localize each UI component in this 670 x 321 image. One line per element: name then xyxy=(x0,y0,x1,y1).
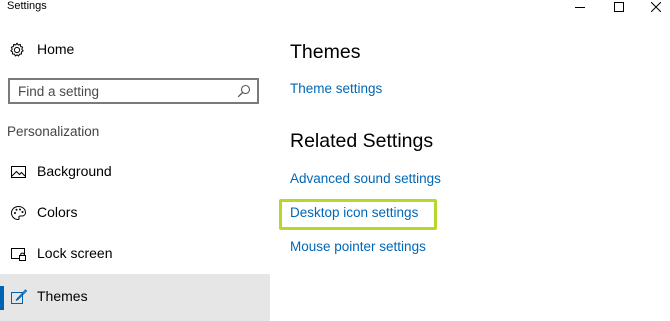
sidebar-item-label: Colors xyxy=(37,204,78,220)
sidebar-item-colors[interactable]: Colors xyxy=(0,193,270,233)
sidebar-item-lock-screen[interactable]: Lock screen xyxy=(0,234,270,274)
sidebar: Home Personalization Background xyxy=(0,16,270,321)
maximize-button[interactable] xyxy=(604,0,634,14)
page-title: Themes xyxy=(290,41,361,63)
section-label-personalization: Personalization xyxy=(7,124,100,139)
maximize-icon xyxy=(614,2,624,12)
settings-window: Settings Home Find a setting Personaliza… xyxy=(0,0,670,321)
nav-home[interactable]: Home xyxy=(0,38,270,62)
palette-icon xyxy=(10,205,27,221)
selection-indicator xyxy=(0,286,4,310)
minimize-icon xyxy=(575,7,585,8)
theme-settings-link[interactable]: Theme settings xyxy=(290,81,382,96)
close-button[interactable] xyxy=(641,0,670,14)
lock-screen-icon xyxy=(10,246,27,262)
related-settings-heading: Related Settings xyxy=(290,130,434,152)
advanced-sound-settings-link[interactable]: Advanced sound settings xyxy=(290,171,441,186)
brush-icon xyxy=(10,289,28,305)
sidebar-item-themes[interactable]: Themes xyxy=(0,274,270,321)
minimize-button[interactable] xyxy=(565,0,595,14)
sidebar-item-label: Background xyxy=(37,163,112,179)
search-input[interactable] xyxy=(10,80,230,102)
search-box[interactable] xyxy=(8,78,259,104)
gear-icon xyxy=(9,42,25,58)
title-bar: Settings xyxy=(0,0,670,16)
search-icon[interactable] xyxy=(237,84,251,98)
sidebar-item-background[interactable]: Background xyxy=(0,152,270,192)
main-content: Themes Theme settings Related Settings A… xyxy=(270,16,670,321)
sidebar-item-label: Lock screen xyxy=(37,245,113,261)
mouse-pointer-settings-link[interactable]: Mouse pointer settings xyxy=(290,239,426,254)
nav-home-label: Home xyxy=(37,41,75,57)
app-title: Settings xyxy=(7,0,47,12)
close-icon xyxy=(651,2,661,12)
picture-icon xyxy=(10,164,27,180)
sidebar-item-label: Themes xyxy=(37,288,88,304)
desktop-icon-settings-link[interactable]: Desktop icon settings xyxy=(290,205,418,220)
